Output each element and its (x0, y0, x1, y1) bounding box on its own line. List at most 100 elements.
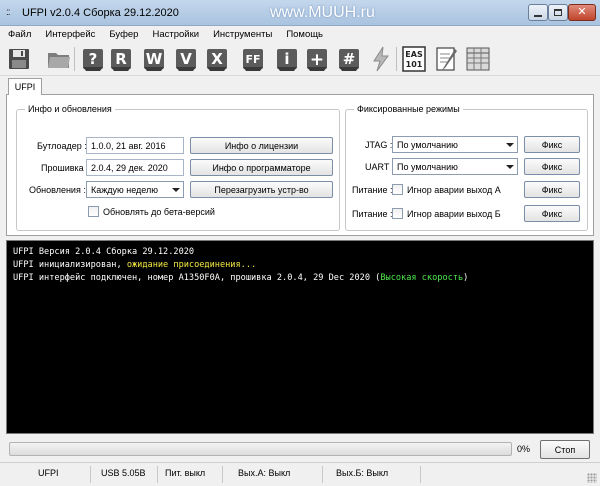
erase-chip-icon: X (207, 49, 227, 71)
app-menu-icon[interactable]: :: (6, 7, 10, 18)
status-bar: UFPI USB 5.05В Пит. выкл Вых.А: Выкл Вых… (0, 462, 600, 486)
programmer-info-button[interactable]: Инфо о программаторе (190, 159, 333, 176)
menu-interface[interactable]: Интерфейс (37, 26, 101, 42)
power-b-fix-button[interactable]: Фикс (524, 205, 580, 222)
toolbar-separator (396, 47, 397, 71)
chevron-down-icon (506, 165, 514, 169)
chevron-down-icon (172, 188, 180, 192)
close-button[interactable]: ✕ (568, 4, 596, 21)
progress-bar (9, 442, 512, 456)
verify-button[interactable]: V (173, 45, 199, 73)
waiting-status-text: ожидание присоединения... (126, 260, 257, 270)
eas-101-icon: EAS 101 (402, 46, 426, 72)
hex-view-button[interactable] (465, 45, 491, 73)
add-button[interactable]: + (304, 45, 330, 73)
log-line: UFPI инициализирован, ожидание присоедин… (13, 260, 257, 270)
erase-button[interactable]: X (204, 45, 230, 73)
grid-table-icon (466, 47, 490, 71)
jtag-label: JTAG : (365, 140, 393, 150)
jtag-select[interactable]: По умолчанию (392, 136, 518, 153)
log-line: UFPI Версия 2.0.4 Сборка 29.12.2020 (13, 247, 195, 257)
beta-updates-checkbox[interactable] (88, 206, 99, 217)
info-chip-icon: i (277, 49, 297, 71)
status-separator (322, 466, 323, 483)
high-speed-text: Высокая скорость (380, 273, 464, 283)
save-button[interactable] (6, 45, 32, 73)
ignore-fault-b-checkbox[interactable] (392, 208, 403, 219)
beta-updates-label: Обновлять до бета-версий (103, 207, 215, 217)
power-tool-button[interactable] (368, 45, 394, 73)
svg-text:EAS: EAS (405, 50, 423, 59)
uart-fix-button[interactable]: Фикс (524, 158, 580, 175)
minimize-icon (534, 14, 542, 17)
svg-text:?: ? (89, 50, 98, 68)
firmware-label: Прошивка : (41, 163, 89, 173)
checksum-button[interactable]: # (336, 45, 362, 73)
menu-buffer[interactable]: Буфер (101, 26, 144, 42)
fixed-group-title: Фиксированные режимы (354, 104, 463, 114)
svg-text:X: X (211, 50, 223, 68)
ignore-fault-b-label: Игнор аварии выход Б (407, 209, 501, 219)
ufpi-tab-panel: Инфо и обновления Бутлоадер : 1.0.0, 21 … (6, 94, 594, 236)
menu-bar: Файл Интерфейс Буфер Настройки Инструмен… (0, 26, 600, 42)
power-a-fix-button[interactable]: Фикс (524, 181, 580, 198)
status-output-a: Вых.А: Выкл (238, 468, 291, 478)
folder-icon (48, 53, 70, 68)
svg-text:W: W (146, 50, 163, 68)
firmware-field[interactable]: 2.0.4, 29 дек. 2020 (86, 159, 184, 176)
reboot-device-button[interactable]: Перезагрузить устр-во (190, 181, 333, 198)
updates-select[interactable]: Каждую неделю (86, 181, 184, 198)
svg-text:#: # (343, 50, 356, 68)
power-a-label: Питание : (352, 185, 393, 195)
updates-label: Обновления : (29, 185, 86, 195)
toolbar-separator (74, 47, 75, 71)
log-console[interactable]: UFPI Версия 2.0.4 Сборка 29.12.2020 UFPI… (6, 240, 594, 434)
svg-text:FF: FF (245, 53, 260, 66)
status-separator (90, 466, 91, 483)
resize-grip[interactable] (587, 473, 597, 483)
notepad-pencil-icon (436, 47, 457, 71)
status-usb-voltage: USB 5.05В (101, 468, 146, 478)
menu-tools[interactable]: Инструменты (205, 26, 278, 42)
log-line: UFPI интерфейс подключен, номер A1350F0A… (13, 273, 469, 283)
close-icon: ✕ (577, 6, 587, 18)
updates-select-value: Каждую неделю (91, 185, 159, 195)
question-chip-icon: ? (83, 49, 103, 71)
menu-settings[interactable]: Настройки (144, 26, 205, 42)
fill-ff-button[interactable]: FF (240, 45, 266, 73)
minimize-button[interactable] (528, 4, 548, 21)
stop-button[interactable]: Стоп (540, 440, 590, 459)
status-separator (222, 466, 223, 483)
svg-text:+: + (310, 50, 324, 70)
write-button[interactable]: W (141, 45, 167, 73)
toolbar: ? R W V X FF i + # EAS 101 (0, 42, 600, 76)
maximize-button[interactable] (548, 4, 568, 21)
jtag-fix-button[interactable]: Фикс (524, 136, 580, 153)
tab-ufpi[interactable]: UFPI (8, 78, 42, 95)
license-info-button[interactable]: Инфо о лицензии (190, 137, 333, 154)
watermark-text: www.MUUH.ru (270, 4, 375, 21)
title-bar[interactable]: :: UFPI v2.0.4 Сборка 29.12.2020 www.MUU… (0, 0, 600, 26)
progress-percent: 0% (517, 444, 531, 454)
fixed-modes-group: Фиксированные режимы JTAG : По умолчанию… (345, 104, 588, 231)
status-separator (420, 466, 421, 483)
read-button[interactable]: R (108, 45, 134, 73)
status-device: UFPI (38, 468, 59, 478)
bootloader-field[interactable]: 1.0.0, 21 авг. 2016 (86, 137, 184, 154)
verify-chip-icon: V (176, 49, 196, 71)
ignore-fault-a-checkbox[interactable] (392, 184, 403, 195)
window-title: UFPI v2.0.4 Сборка 29.12.2020 (22, 7, 179, 19)
menu-file[interactable]: Файл (0, 26, 37, 42)
uart-select[interactable]: По умолчанию (392, 158, 518, 175)
svg-text:i: i (284, 50, 289, 68)
info-group-title: Инфо и обновления (25, 104, 115, 114)
help-tool-button[interactable]: ? (80, 45, 106, 73)
uart-label: UART : (365, 162, 395, 172)
menu-help[interactable]: Помощь (278, 26, 329, 42)
eas-button[interactable]: EAS 101 (401, 45, 427, 73)
notes-button[interactable] (434, 45, 460, 73)
jtag-select-value: По умолчанию (397, 140, 458, 150)
app-window: :: UFPI v2.0.4 Сборка 29.12.2020 www.MUU… (0, 0, 600, 486)
open-folder-button[interactable] (46, 45, 72, 73)
info-button[interactable]: i (274, 45, 300, 73)
